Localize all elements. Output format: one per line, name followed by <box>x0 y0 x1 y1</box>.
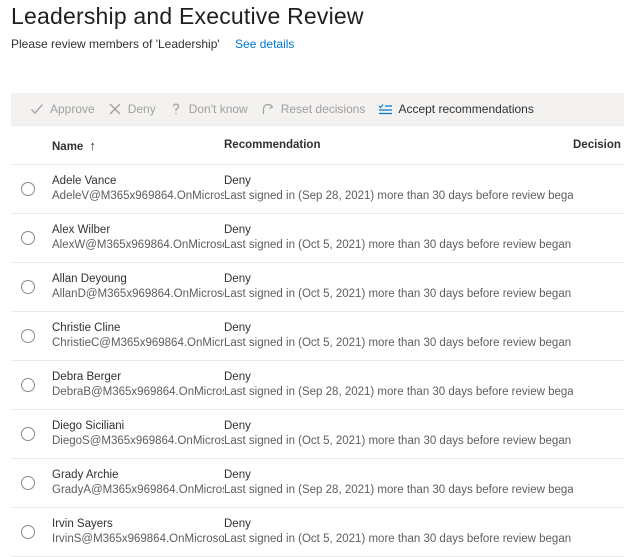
user-name: Debra Berger <box>52 371 122 383</box>
row-select-radio[interactable] <box>21 378 35 392</box>
recommendation-reason: Last signed in (Oct 5, 2021) more than 3… <box>224 435 572 447</box>
user-name: Christie Cline <box>52 322 121 334</box>
row-select[interactable] <box>11 427 52 441</box>
dont-know-label: Don't know <box>188 102 248 116</box>
row-name-cell: Adele Vance AdeleV@M365x969864.OnMicrosof… <box>52 174 224 204</box>
row-name-cell: Grady Archie GradyA@M365x969864.OnMicroso… <box>52 468 224 498</box>
row-name-cell: Debra Berger DebraB@M365x969864.OnMicroso… <box>52 370 224 400</box>
recommendation-value: Deny <box>224 273 251 285</box>
recommendation-value: Deny <box>224 224 251 236</box>
recommendation-reason: Last signed in (Oct 5, 2021) more than 3… <box>224 533 572 545</box>
recommendation-reason: Last signed in (Oct 5, 2021) more than 3… <box>224 239 572 251</box>
see-details-link[interactable]: See details <box>235 37 294 51</box>
table-row[interactable]: Irvin Sayers IrvinS@M365x969864.OnMicroso… <box>11 508 624 557</box>
checkmark-icon <box>29 101 45 117</box>
approve-button[interactable]: Approve <box>11 93 102 125</box>
user-name: Alex Wilber <box>52 224 111 236</box>
row-select-radio[interactable] <box>21 476 35 490</box>
recommendation-reason: Last signed in (Sep 28, 2021) more than … <box>224 386 573 398</box>
page-title: Leadership and Executive Review <box>11 3 364 29</box>
row-recommendation-cell: Deny Last signed in (Oct 5, 2021) more th… <box>224 517 573 547</box>
row-select-radio[interactable] <box>21 525 35 539</box>
user-email: IrvinS@M365x969864.OnMicrosoft.com <box>52 533 224 545</box>
recommendation-reason: Last signed in (Oct 5, 2021) more than 3… <box>224 288 572 300</box>
recommendation-reason: Last signed in (Sep 28, 2021) more than … <box>224 190 573 202</box>
user-email: DiegoS@M365x969864.OnMicrosoft.com <box>52 435 224 447</box>
row-select-radio[interactable] <box>21 182 35 196</box>
review-table: Name ↑ Recommendation Decision Adele Vanc… <box>11 126 624 557</box>
reset-icon <box>260 101 276 117</box>
user-name: Allan Deyoung <box>52 273 127 285</box>
row-select[interactable] <box>11 329 52 343</box>
user-name: Adele Vance <box>52 175 117 187</box>
recommendation-reason: Last signed in (Oct 5, 2021) more than 3… <box>224 337 572 349</box>
reset-decisions-label: Reset decisions <box>280 102 366 116</box>
column-header-decision[interactable]: Decision <box>573 139 624 151</box>
recommendation-value: Deny <box>224 322 251 334</box>
deny-button[interactable]: Deny <box>102 93 163 125</box>
row-select-radio[interactable] <box>21 280 35 294</box>
reset-decisions-button[interactable]: Reset decisions <box>255 93 373 125</box>
row-name-cell: Christie Cline ChristieC@M365x969864.OnMi… <box>52 321 224 351</box>
question-icon <box>168 101 184 117</box>
table-row[interactable]: Christie Cline ChristieC@M365x969864.OnMi… <box>11 312 624 361</box>
table-row[interactable]: Grady Archie GradyA@M365x969864.OnMicroso… <box>11 459 624 508</box>
row-name-cell: Alex Wilber AlexW@M365x969864.OnMicrosoft… <box>52 223 224 253</box>
row-select[interactable] <box>11 378 52 392</box>
row-recommendation-cell: Deny Last signed in (Sep 28, 2021) more t… <box>224 370 573 400</box>
recommendation-reason: Last signed in (Sep 28, 2021) more than … <box>224 484 573 496</box>
page-subtitle: Please review members of 'Leadership' Se… <box>11 37 294 51</box>
table-row[interactable]: Debra Berger DebraB@M365x969864.OnMicroso… <box>11 361 624 410</box>
deny-label: Deny <box>127 102 156 116</box>
user-name: Diego Siciliani <box>52 420 125 432</box>
row-recommendation-cell: Deny Last signed in (Oct 5, 2021) more th… <box>224 419 573 449</box>
row-recommendation-cell: Deny Last signed in (Sep 28, 2021) more t… <box>224 468 573 498</box>
recommendation-value: Deny <box>224 175 251 187</box>
recommendation-value: Deny <box>224 469 251 481</box>
user-name: Grady Archie <box>52 469 119 481</box>
approve-label: Approve <box>50 102 95 116</box>
row-select-radio[interactable] <box>21 231 35 245</box>
row-select[interactable] <box>11 231 52 245</box>
dont-know-button[interactable]: Don't know <box>163 93 255 125</box>
row-name-cell: Allan Deyoung AllanD@M365x969864.OnMicros… <box>52 272 224 302</box>
row-name-cell: Irvin Sayers IrvinS@M365x969864.OnMicroso… <box>52 517 224 547</box>
user-email: AdeleV@M365x969864.OnMicrosoft.com <box>52 190 224 202</box>
subtitle-text: Please review members of 'Leadership' <box>11 37 220 51</box>
row-select[interactable] <box>11 182 52 196</box>
row-select[interactable] <box>11 476 52 490</box>
sort-ascending-icon: ↑ <box>89 137 96 153</box>
user-name: Irvin Sayers <box>52 518 113 530</box>
user-email: ChristieC@M365x969864.OnMicrosoft.com <box>52 337 224 349</box>
row-recommendation-cell: Deny Last signed in (Sep 28, 2021) more t… <box>224 174 573 204</box>
user-email: GradyA@M365x969864.OnMicrosoft.com <box>52 484 224 496</box>
row-select-radio[interactable] <box>21 427 35 441</box>
table-header: Name ↑ Recommendation Decision <box>11 126 624 165</box>
row-recommendation-cell: Deny Last signed in (Oct 5, 2021) more th… <box>224 321 573 351</box>
accept-recommendations-label: Accept recommendations <box>398 102 534 116</box>
row-select-radio[interactable] <box>21 329 35 343</box>
command-bar: Approve Deny Don't know Reset decisions … <box>11 93 624 126</box>
row-select[interactable] <box>11 280 52 294</box>
user-email: DebraB@M365x969864.OnMicrosoft.com <box>52 386 224 398</box>
row-name-cell: Diego Siciliani DiegoS@M365x969864.OnMicr… <box>52 419 224 449</box>
column-header-recommendation[interactable]: Recommendation <box>224 139 573 151</box>
table-row[interactable]: Adele Vance AdeleV@M365x969864.OnMicrosof… <box>11 165 624 214</box>
column-header-name-label: Name <box>52 140 84 153</box>
accept-recommendations-button[interactable]: Accept recommendations <box>372 93 540 125</box>
accept-recommendations-icon <box>377 101 393 117</box>
row-select[interactable] <box>11 525 52 539</box>
recommendation-value: Deny <box>224 371 251 383</box>
recommendation-value: Deny <box>224 420 251 432</box>
column-header-name[interactable]: Name ↑ <box>52 138 224 153</box>
recommendation-value: Deny <box>224 518 251 530</box>
table-row[interactable]: Allan Deyoung AllanD@M365x969864.OnMicros… <box>11 263 624 312</box>
table-row[interactable]: Alex Wilber AlexW@M365x969864.OnMicrosoft… <box>11 214 624 263</box>
row-recommendation-cell: Deny Last signed in (Oct 5, 2021) more th… <box>224 223 573 253</box>
cancel-icon <box>107 101 123 117</box>
user-email: AlexW@M365x969864.OnMicrosoft.com <box>52 239 224 251</box>
row-recommendation-cell: Deny Last signed in (Oct 5, 2021) more th… <box>224 272 573 302</box>
user-email: AllanD@M365x969864.OnMicrosoft.com <box>52 288 224 300</box>
table-row[interactable]: Diego Siciliani DiegoS@M365x969864.OnMicr… <box>11 410 624 459</box>
